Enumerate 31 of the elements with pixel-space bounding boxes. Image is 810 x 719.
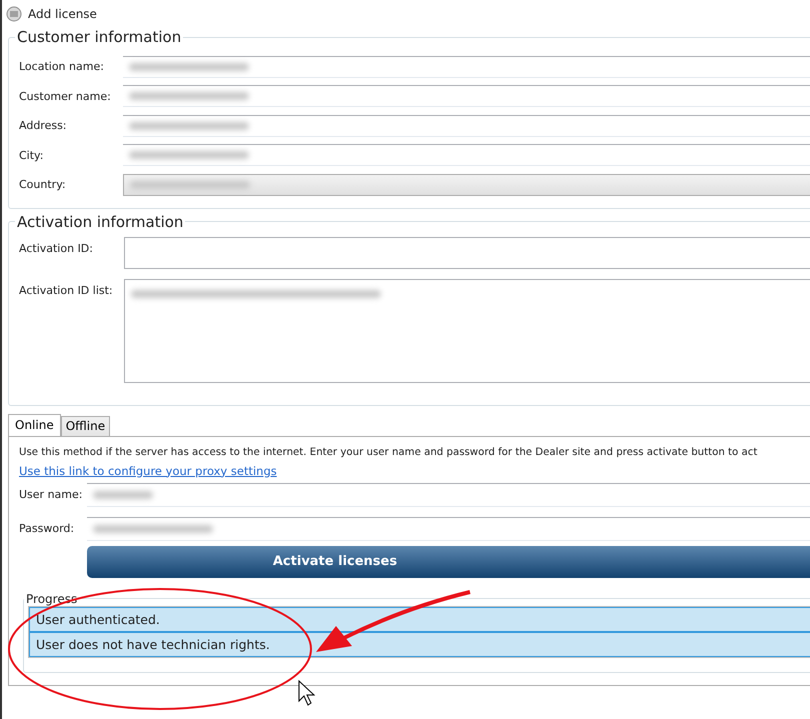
input-field[interactable] <box>123 144 810 166</box>
proxy-link[interactable]: Use this link to configure your proxy settings <box>19 464 277 478</box>
input-field[interactable] <box>124 236 810 268</box>
group-title: Activation information <box>16 212 184 230</box>
text-area[interactable] <box>124 278 810 382</box>
progress-row[interactable]: User authenticated. <box>29 606 810 632</box>
field-label: Location name: <box>19 60 105 74</box>
field-label: User name: <box>19 488 84 501</box>
group-title: Customer information <box>16 28 182 46</box>
input-field[interactable] <box>123 56 810 78</box>
input-field[interactable] <box>123 114 810 137</box>
description-text: Use this method if the server has access to the internet. Enter your user name and password for the Dealer site and press activate button to act <box>19 446 758 458</box>
field-label: Activation ID: <box>19 240 94 254</box>
app-icon <box>6 6 22 22</box>
activate-button[interactable]: Activate licenses <box>87 546 810 578</box>
progress-row[interactable]: User does not have technician rights. <box>29 632 810 656</box>
field-label: Activation ID list: <box>19 282 114 296</box>
tab[interactable]: Offline <box>60 416 110 436</box>
window-title: Add license <box>28 7 97 21</box>
input-field[interactable] <box>123 85 810 108</box>
input-field[interactable] <box>87 482 810 506</box>
tab[interactable]: Online <box>8 414 61 436</box>
field-label: Password: <box>19 522 76 535</box>
field-label: Country: <box>19 178 67 192</box>
field-label: Customer name: <box>19 90 112 103</box>
cursor-icon <box>298 680 316 706</box>
blurred-value <box>93 490 153 498</box>
password-field[interactable] <box>87 516 810 540</box>
field-label: City: <box>19 148 44 162</box>
field-label: Address: <box>19 119 68 132</box>
dropdown[interactable] <box>123 174 810 196</box>
